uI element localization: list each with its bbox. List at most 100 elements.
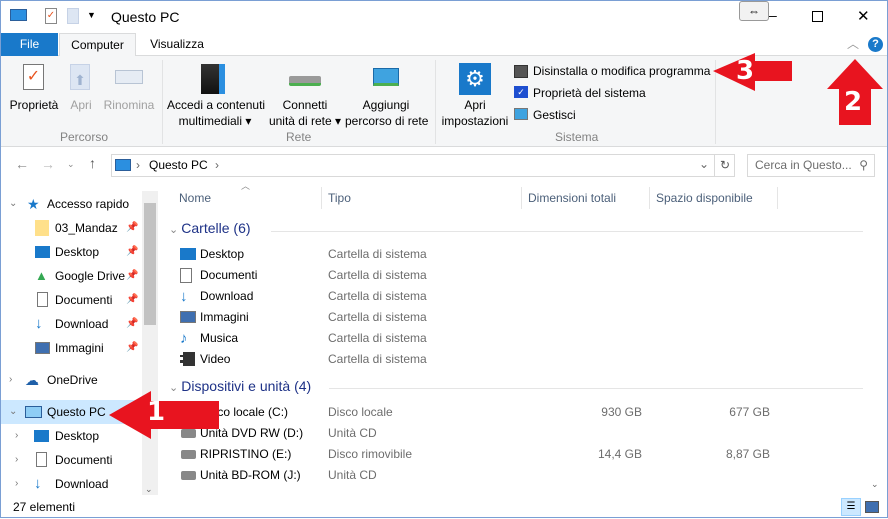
pin-icon[interactable]: 📌 [126, 288, 138, 312]
address-bar[interactable]: › Questo PC › ⌄ ↻ [111, 154, 735, 177]
customize-toolbar-icon[interactable]: ▼ [87, 10, 96, 20]
group-label-rete: Rete [286, 130, 312, 144]
media-label-1: Accedi a contenuti [167, 98, 266, 112]
add-label-1: Aggiungi [362, 98, 410, 112]
pin-icon[interactable]: 📌 [126, 264, 138, 288]
nav-item-quick-access[interactable]: ⌄ ★ Accesso rapido [1, 192, 141, 216]
open-settings-button[interactable]: Apri impostazioni [439, 97, 511, 129]
media-button[interactable]: Accedi a contenuti multimediali ▾ [167, 97, 266, 129]
drive-icon [181, 450, 196, 459]
column-header-nome[interactable]: Nome [173, 187, 322, 209]
nav-scrollbar[interactable]: ⌄ [142, 191, 158, 495]
item-type: Cartella di sistema [328, 331, 427, 345]
help-icon[interactable]: ? [868, 37, 883, 52]
folder-row[interactable]: Video Cartella di sistema [176, 349, 856, 370]
computer-icon [10, 9, 27, 21]
manage-button[interactable]: Gestisci [533, 108, 576, 122]
desktop-icon [35, 246, 50, 258]
documents-icon [180, 268, 192, 283]
network-drive-icon [289, 76, 321, 86]
nav-item-quick[interactable]: Desktop 📌 [1, 240, 141, 264]
column-header-tipo[interactable]: Tipo [322, 187, 522, 209]
recent-locations-button[interactable]: ⌄ [67, 159, 75, 170]
scroll-thumb[interactable] [144, 203, 156, 325]
system-properties-button[interactable]: Proprietà del sistema [533, 86, 646, 100]
scroll-down-button[interactable]: ⌄ [145, 484, 153, 495]
rename-icon [115, 70, 143, 84]
search-input[interactable]: Cerca in Questo... ⚲ [747, 154, 875, 177]
folder-row[interactable]: Documenti Cartella di sistema [176, 265, 856, 286]
properties-button[interactable]: Proprietà [7, 97, 61, 113]
uninstall-program-button[interactable]: Disinstalla o modifica programma [533, 64, 710, 78]
collapse-chevron-icon: ⌄ [169, 224, 182, 236]
pin-icon[interactable]: 📌 [126, 240, 138, 264]
group-header-cartelle[interactable]: ⌄ Cartelle (6) [169, 220, 251, 236]
map-drive-button[interactable]: Connetti unità di rete ▾ [267, 97, 343, 129]
download-icon: ↓ [180, 288, 188, 305]
nav-item-pc[interactable]: › ↓ Download [1, 472, 141, 496]
add-label-2: percorso di rete [345, 114, 429, 128]
open-button[interactable]: Apri [65, 97, 97, 113]
back-button[interactable]: ← [15, 156, 29, 172]
documents-icon [36, 452, 47, 467]
rename-button[interactable]: Rinomina [103, 97, 155, 113]
tab-visualizza[interactable]: Visualizza [139, 33, 215, 56]
drive-row[interactable]: Unità DVD RW (D:) Unità CD [176, 423, 856, 444]
pictures-icon [180, 311, 196, 323]
annotation-number-1: 1 [147, 397, 166, 427]
window-title: Questo PC [111, 9, 180, 25]
folder-row[interactable]: ↓ Download Cartella di sistema [176, 286, 856, 307]
nav-item-quick[interactable]: 03_Mandaz 📌 [1, 216, 141, 240]
properties-quick-icon[interactable]: ✓ [45, 8, 57, 24]
add-network-location-button[interactable]: Aggiungi percorso di rete [345, 97, 429, 129]
column-header-dimensioni[interactable]: Dimensioni totali [522, 187, 650, 209]
close-button[interactable]: ✕ [857, 7, 870, 25]
drive-row[interactable]: Unità BD-ROM (J:) Unità CD [176, 465, 856, 486]
breadcrumb-questo-pc[interactable]: Questo PC [149, 158, 208, 172]
free-space: 8,87 GB [725, 447, 770, 461]
details-view-button[interactable]: ☰ [841, 498, 861, 516]
pin-icon[interactable]: 📌 [126, 216, 138, 240]
item-name: Desktop [200, 247, 245, 261]
pin-icon[interactable]: 📌 [126, 336, 138, 360]
minimize-button[interactable]: – [769, 7, 789, 23]
total-size: 14,4 GB [597, 447, 642, 461]
column-header-spazio[interactable]: Spazio disponibile [650, 187, 778, 209]
address-dropdown-button[interactable]: ⌄ [699, 157, 709, 171]
maximize-button[interactable] [812, 11, 823, 22]
system-properties-icon: ✓ [514, 86, 528, 98]
pin-icon[interactable]: 📌 [126, 312, 138, 336]
tab-computer[interactable]: Computer [59, 33, 136, 57]
folder-row[interactable]: Immagini Cartella di sistema [176, 307, 856, 328]
nav-item-onedrive[interactable]: › ☁ OneDrive [1, 368, 141, 392]
drive-row[interactable]: RIPRISTINO (E:) Disco rimovibile 14,4 GB 8,… [176, 444, 856, 465]
nav-item-quick[interactable]: ↓ Download 📌 [1, 312, 141, 336]
nav-item-quick[interactable]: Documenti 📌 [1, 288, 141, 312]
drive-row[interactable]: Disco locale (C:) Disco locale 930 GB 677 G… [176, 402, 856, 423]
collapse-ribbon-icon[interactable]: ︿ [847, 35, 859, 52]
up-button[interactable]: ↑ [89, 155, 96, 171]
item-type: Cartella di sistema [328, 268, 427, 282]
refresh-button[interactable]: ↻ [714, 155, 735, 176]
new-folder-quick-icon[interactable] [67, 8, 79, 24]
item-name: RIPRISTINO (E:) [200, 447, 292, 461]
google-drive-icon: ▲ [35, 268, 48, 283]
item-name: Documenti [200, 268, 258, 282]
folder-row[interactable]: Desktop Cartella di sistema [176, 244, 856, 265]
settings-label-2: impostazioni [441, 114, 509, 128]
nav-item-quick[interactable]: ▲ Google Drive 📌 [1, 264, 141, 288]
settings-gear-icon: ⚙ [459, 63, 491, 95]
tab-file[interactable]: File [1, 33, 58, 56]
large-icons-view-button[interactable] [865, 501, 879, 513]
computer-icon [115, 159, 131, 171]
nav-item-quick[interactable]: Immagini 📌 [1, 336, 141, 360]
folder-row[interactable]: ♪ Musica Cartella di sistema [176, 328, 856, 349]
forward-button[interactable]: → [41, 156, 55, 172]
resize-handle-icon[interactable]: ⇔ [739, 1, 769, 21]
open-icon: ⬆ [70, 64, 90, 90]
content-scroll-down-button[interactable]: ⌄ [871, 479, 879, 490]
group-header-label: Cartelle (6) [181, 220, 251, 236]
media-icon [201, 64, 225, 94]
breadcrumb-sep: › [215, 158, 219, 172]
nav-item-pc[interactable]: › Documenti [1, 448, 141, 472]
